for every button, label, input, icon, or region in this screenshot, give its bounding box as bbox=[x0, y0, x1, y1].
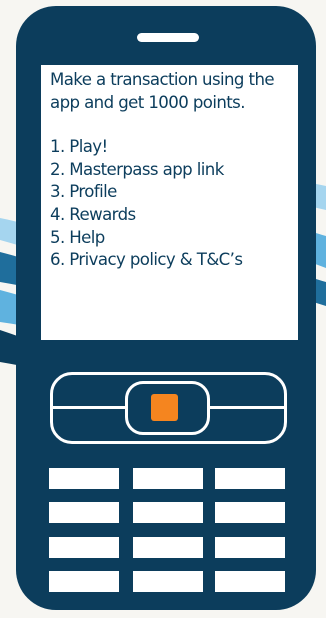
promo-message: Make a transaction using the app and get… bbox=[50, 70, 275, 112]
select-button[interactable] bbox=[125, 381, 210, 435]
menu-item-rewards[interactable]: 4. Rewards bbox=[50, 204, 292, 227]
keypad-key[interactable] bbox=[49, 468, 119, 489]
keypad-key[interactable] bbox=[215, 571, 285, 592]
menu-item-privacy-policy[interactable]: 6. Privacy policy & T&C’s bbox=[50, 249, 292, 272]
keypad-key[interactable] bbox=[133, 571, 203, 592]
keypad-key[interactable] bbox=[133, 502, 203, 523]
menu-item-profile[interactable]: 3. Profile bbox=[50, 181, 292, 204]
phone-screen: Make a transaction using the app and get… bbox=[41, 65, 298, 340]
keypad-key[interactable] bbox=[133, 468, 203, 489]
keypad-key[interactable] bbox=[49, 571, 119, 592]
keypad-key[interactable] bbox=[215, 502, 285, 523]
speaker-grille bbox=[137, 33, 199, 42]
keypad-key[interactable] bbox=[49, 537, 119, 558]
menu-item-help[interactable]: 5. Help bbox=[50, 227, 292, 250]
menu-item-play[interactable]: 1. Play! bbox=[50, 136, 292, 159]
keypad-key[interactable] bbox=[49, 502, 119, 523]
select-button-dot bbox=[151, 394, 178, 421]
keypad-key[interactable] bbox=[215, 468, 285, 489]
menu-list: 1. Play! 2. Masterpass app link 3. Profi… bbox=[50, 136, 292, 272]
keypad-key[interactable] bbox=[133, 537, 203, 558]
keypad-key[interactable] bbox=[215, 537, 285, 558]
menu-item-masterpass-app-link[interactable]: 2. Masterpass app link bbox=[50, 159, 292, 182]
